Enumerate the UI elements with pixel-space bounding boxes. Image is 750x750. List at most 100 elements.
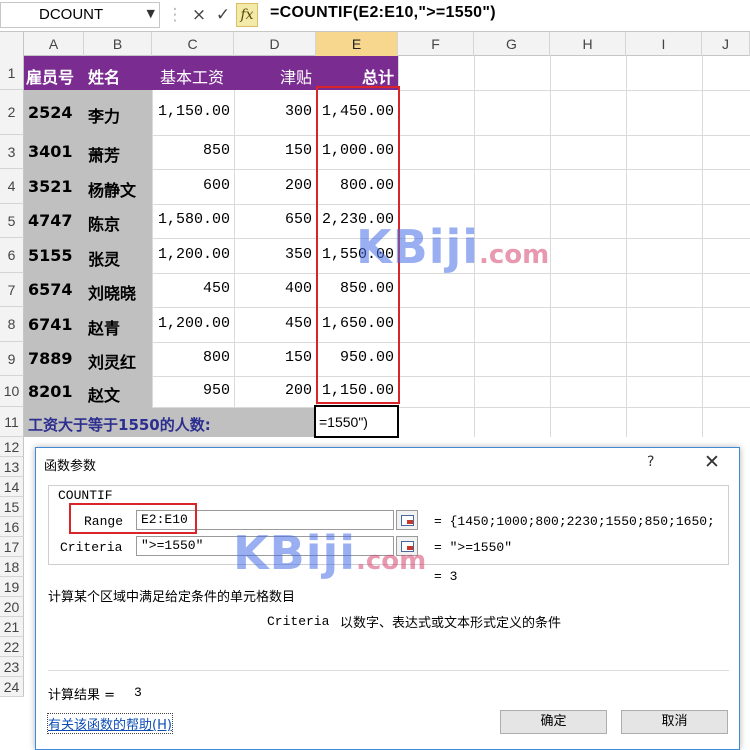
gridline bbox=[626, 56, 627, 437]
help-question-icon[interactable]: ? bbox=[647, 454, 654, 470]
header-name[interactable]: 姓名 bbox=[88, 64, 120, 88]
insert-function-icon[interactable]: fx bbox=[236, 3, 258, 27]
watermark-suffix: .com bbox=[356, 546, 427, 576]
cell-base-salary[interactable]: 950 bbox=[152, 382, 230, 399]
cell-base-salary[interactable]: 1,150.00 bbox=[152, 103, 230, 120]
cancel-button[interactable]: 取消 bbox=[621, 710, 728, 734]
help-link[interactable]: 有关该函数的帮助(H) bbox=[47, 713, 173, 734]
cancel-icon[interactable]: × bbox=[188, 4, 210, 26]
cell-name[interactable]: 刘晓晓 bbox=[88, 280, 136, 304]
cell-base-salary[interactable]: 1,580.00 bbox=[152, 211, 230, 228]
cell-name[interactable]: 萧芳 bbox=[88, 142, 120, 166]
dialog-title: 函数参数 bbox=[44, 459, 97, 474]
cell-base-salary[interactable]: 850 bbox=[152, 142, 230, 159]
active-cell-e11[interactable]: =1550") bbox=[314, 405, 399, 438]
cell-allowance[interactable]: 350 bbox=[234, 246, 312, 263]
formula-input[interactable]: =COUNTIF(E2:E10,">=1550") bbox=[270, 4, 496, 22]
cell-base-salary[interactable]: 450 bbox=[152, 280, 230, 297]
row-header-17[interactable]: 17 bbox=[0, 537, 24, 557]
cell-emp-id[interactable]: 2524 bbox=[28, 103, 73, 122]
cell-emp-id[interactable]: 3401 bbox=[28, 142, 73, 161]
col-header-h[interactable]: H bbox=[550, 32, 626, 56]
cell-name[interactable]: 陈京 bbox=[88, 211, 120, 235]
row-header-8[interactable]: 8 bbox=[0, 307, 24, 342]
cell-allowance[interactable]: 150 bbox=[234, 142, 312, 159]
separator-icon: ⋮ bbox=[166, 5, 184, 25]
cell-emp-id[interactable]: 5155 bbox=[28, 246, 73, 265]
header-total[interactable]: 总计 bbox=[316, 64, 394, 88]
row-header-9[interactable]: 9 bbox=[0, 342, 24, 376]
cell-base-salary[interactable]: 800 bbox=[152, 349, 230, 366]
cell-name[interactable]: 刘灵红 bbox=[88, 349, 136, 373]
cell-name[interactable]: 赵青 bbox=[88, 315, 120, 339]
col-header-d[interactable]: D bbox=[234, 32, 316, 56]
row-header-5[interactable]: 5 bbox=[0, 204, 24, 238]
cell-allowance[interactable]: 200 bbox=[234, 177, 312, 194]
col-header-a[interactable]: A bbox=[24, 32, 84, 56]
chevron-down-icon[interactable]: ▼ bbox=[147, 7, 155, 20]
cell-name[interactable]: 李力 bbox=[88, 103, 120, 127]
cell-name[interactable]: 张灵 bbox=[88, 246, 120, 270]
row-header-14[interactable]: 14 bbox=[0, 477, 24, 497]
cell-base-salary[interactable]: 600 bbox=[152, 177, 230, 194]
row-header-21[interactable]: 21 bbox=[0, 617, 24, 637]
criteria-label: Criteria bbox=[60, 540, 123, 555]
cell-emp-id[interactable]: 6741 bbox=[28, 315, 73, 334]
cell-emp-id[interactable]: 3521 bbox=[28, 177, 73, 196]
cell-base-salary[interactable]: 1,200.00 bbox=[152, 315, 230, 332]
row-header-12[interactable]: 12 bbox=[0, 437, 24, 457]
row-header-15[interactable]: 15 bbox=[0, 497, 24, 517]
row-header-2[interactable]: 2 bbox=[0, 90, 24, 135]
row-header-13[interactable]: 13 bbox=[0, 457, 24, 477]
cell-allowance[interactable]: 650 bbox=[234, 211, 312, 228]
cell-allowance[interactable]: 400 bbox=[234, 280, 312, 297]
col-header-i[interactable]: I bbox=[626, 32, 702, 56]
cell-emp-id[interactable]: 6574 bbox=[28, 280, 73, 299]
cell-name[interactable]: 杨静文 bbox=[88, 177, 136, 201]
name-box[interactable]: DCOUNT ▼ bbox=[0, 2, 160, 28]
gridline bbox=[152, 169, 750, 170]
row-header-23[interactable]: 23 bbox=[0, 657, 24, 677]
row-header-22[interactable]: 22 bbox=[0, 637, 24, 657]
gridline bbox=[152, 135, 750, 136]
name-box-value: DCOUNT bbox=[39, 6, 104, 23]
col-header-c[interactable]: C bbox=[152, 32, 234, 56]
row-header-19[interactable]: 19 bbox=[0, 577, 24, 597]
row-header-7[interactable]: 7 bbox=[0, 273, 24, 307]
cell-emp-id[interactable]: 8201 bbox=[28, 382, 73, 401]
col-header-g[interactable]: G bbox=[474, 32, 550, 56]
row-header-1[interactable]: 1 bbox=[0, 56, 24, 90]
col-header-f[interactable]: F bbox=[398, 32, 474, 56]
row-header-24[interactable]: 24 bbox=[0, 677, 24, 697]
row-header-6[interactable]: 6 bbox=[0, 238, 24, 273]
enter-icon[interactable]: ✓ bbox=[212, 4, 234, 26]
row-header-18[interactable]: 18 bbox=[0, 557, 24, 577]
row-header-4[interactable]: 4 bbox=[0, 169, 24, 204]
col-header-j[interactable]: J bbox=[702, 32, 750, 56]
dialog-titlebar[interactable]: 函数参数 ? ✕ bbox=[36, 448, 739, 480]
header-base-salary[interactable]: 基本工资 bbox=[160, 64, 224, 88]
row-header-16[interactable]: 16 bbox=[0, 517, 24, 537]
range-highlight-box bbox=[69, 503, 197, 534]
cell-base-salary[interactable]: 1,200.00 bbox=[152, 246, 230, 263]
header-emp-id[interactable]: 雇员号 bbox=[26, 64, 74, 88]
cell-allowance[interactable]: 200 bbox=[234, 382, 312, 399]
col-header-e[interactable]: E bbox=[316, 32, 398, 56]
cell-name[interactable]: 赵文 bbox=[88, 382, 120, 406]
gridline bbox=[152, 307, 750, 308]
cell-allowance[interactable]: 450 bbox=[234, 315, 312, 332]
ok-button[interactable]: 确定 bbox=[500, 710, 607, 734]
cell-emp-id[interactable]: 4747 bbox=[28, 211, 73, 230]
row-header-11[interactable]: 11 bbox=[0, 407, 24, 437]
row-header-3[interactable]: 3 bbox=[0, 135, 24, 169]
row-header-10[interactable]: 10 bbox=[0, 376, 24, 407]
cell-allowance[interactable]: 300 bbox=[234, 103, 312, 120]
close-icon[interactable]: ✕ bbox=[704, 451, 720, 473]
select-all-corner[interactable] bbox=[0, 32, 24, 56]
row-header-20[interactable]: 20 bbox=[0, 597, 24, 617]
col-header-b[interactable]: B bbox=[84, 32, 152, 56]
header-allowance[interactable]: 津贴 bbox=[234, 64, 312, 88]
cell-allowance[interactable]: 150 bbox=[234, 349, 312, 366]
cell-emp-id[interactable]: 7889 bbox=[28, 349, 73, 368]
summary-label[interactable]: 工资大于等于1550的人数: bbox=[28, 414, 211, 435]
